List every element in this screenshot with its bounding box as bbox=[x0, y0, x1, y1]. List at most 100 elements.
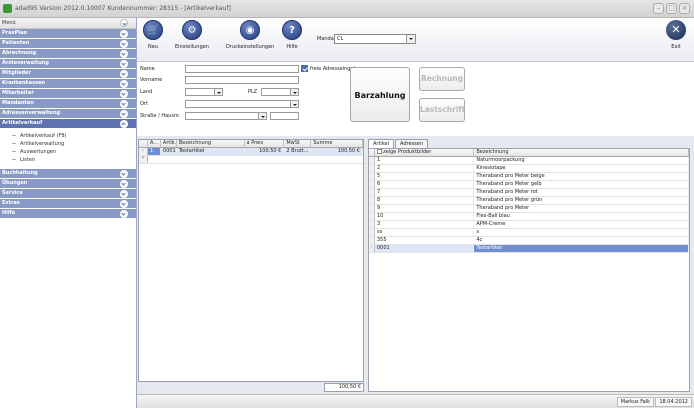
column-header[interactable]: Bezeichnung bbox=[474, 149, 689, 156]
cell-nr[interactable]: 9 bbox=[375, 205, 475, 212]
column-header[interactable]: MwSt bbox=[284, 140, 312, 147]
tab-artikel[interactable]: Artikel bbox=[368, 139, 395, 148]
column-header-bilder[interactable]: zeige Produktbilder bbox=[375, 149, 475, 156]
chevron-down-icon[interactable] bbox=[290, 101, 298, 107]
name-input[interactable] bbox=[185, 65, 299, 73]
sidebar-item-abrechnung[interactable]: Abrechnung bbox=[0, 49, 136, 59]
sidebar-subitem-auswertungen[interactable]: Auswertungen bbox=[0, 148, 136, 156]
cell-nr[interactable]: 5 bbox=[375, 173, 475, 180]
chevron-down-icon[interactable] bbox=[406, 35, 415, 43]
cell-nr[interactable]: 7 bbox=[375, 189, 475, 196]
barzahlung-button[interactable]: Barzahlung bbox=[350, 67, 410, 122]
column-header[interactable]: Summe bbox=[311, 140, 363, 147]
table-row[interactable]: 1 Naturmoorpackung bbox=[369, 157, 689, 165]
hausnr-input[interactable] bbox=[270, 112, 299, 120]
cell-bezeichnung[interactable]: Theraband pro Meter gelb bbox=[474, 181, 689, 188]
settings-button[interactable]: ⚙ Einstellungen bbox=[175, 20, 209, 50]
sidebar-item-adressenverwaltung[interactable]: Adressenverwaltung bbox=[0, 109, 136, 119]
ort-select[interactable] bbox=[185, 100, 299, 108]
cell-nr[interactable]: 2 bbox=[375, 165, 475, 172]
sidebar-item-artikelverkauf[interactable]: Artikelverkauf bbox=[0, 119, 136, 129]
help-button[interactable]: ? Hilfe bbox=[282, 20, 302, 50]
table-row[interactable]: 8 Theraband pro Meter grün bbox=[369, 197, 689, 205]
cell-bezeichnung[interactable]: Kinesiotape bbox=[474, 165, 689, 172]
column-header[interactable]: Bezeichnung bbox=[177, 140, 245, 147]
table-row[interactable]: 10 Flex-Ball blau bbox=[369, 213, 689, 221]
cell-bezeichnung[interactable]: Theraband pro Meter bbox=[474, 205, 689, 212]
collapse-icon[interactable] bbox=[120, 19, 128, 27]
table-row-selected[interactable]: › 0001 Testartikel bbox=[369, 245, 689, 253]
cell-nr[interactable]: ss bbox=[375, 229, 475, 236]
close-icon[interactable]: × bbox=[679, 3, 690, 14]
sidebar-subitem-artikelverwaltung[interactable]: Artikelverwaltung bbox=[0, 140, 136, 148]
show-images-checkbox[interactable] bbox=[376, 149, 382, 154]
table-row[interactable]: 3 APM-Creme bbox=[369, 221, 689, 229]
cell-bezeichnung[interactable]: Testartikel bbox=[176, 148, 245, 155]
cell-nr[interactable]: 355 bbox=[375, 237, 475, 244]
cell-bezeichnung[interactable]: Testartikel bbox=[474, 245, 689, 252]
cell-nr[interactable]: 8 bbox=[375, 197, 475, 204]
table-row[interactable]: 9 Theraband pro Meter bbox=[369, 205, 689, 213]
tab-adressen[interactable]: Adressen bbox=[395, 139, 428, 148]
chevron-down-icon[interactable] bbox=[214, 89, 222, 95]
sidebar-item-hilfe[interactable]: Hilfe bbox=[0, 209, 136, 219]
sidebar-item-buchhaltung[interactable]: Buchhaltung bbox=[0, 169, 136, 179]
cell-article[interactable]: 0001 bbox=[160, 148, 177, 155]
sidebar-item-mandanten[interactable]: Mandanten bbox=[0, 99, 136, 109]
maximize-icon[interactable]: □ bbox=[666, 3, 677, 14]
sidebar-item-uebungen[interactable]: Übungen bbox=[0, 179, 136, 189]
cart-table[interactable]: A... Artik... Bezeichnung á Preis MwSt S… bbox=[138, 139, 364, 382]
sidebar-subitem-artikelverkauf[interactable]: Artikelverkauf (F8) bbox=[0, 132, 136, 140]
rechnung-button[interactable]: Rechnung bbox=[419, 67, 465, 91]
cell-a[interactable]: 1 bbox=[147, 148, 161, 155]
cell-nr[interactable]: 6 bbox=[375, 181, 475, 188]
cell-bezeichnung[interactable]: s bbox=[474, 229, 689, 236]
new-button[interactable]: 🛒 Neu bbox=[143, 20, 163, 50]
cell-bezeichnung[interactable]: Theraband pro Meter rot bbox=[474, 189, 689, 196]
table-row[interactable]: › 1 0001 Testartikel 100,50 € 2 Brutt...… bbox=[139, 148, 363, 156]
cell-summe[interactable]: 100,50 € bbox=[311, 148, 363, 155]
lastschrift-button[interactable]: Lastschrift bbox=[419, 98, 465, 122]
cell-nr[interactable]: 0001 bbox=[374, 245, 475, 252]
article-table[interactable]: zeige Produktbilder Bezeichnung 1 Naturmo… bbox=[368, 148, 690, 392]
sidebar-subitem-listen[interactable]: Listen bbox=[0, 156, 136, 164]
cell-preis[interactable]: 100,50 € bbox=[244, 148, 285, 155]
land-select[interactable] bbox=[185, 88, 223, 96]
cell-bezeichnung[interactable]: Naturmoorpackung bbox=[474, 157, 689, 164]
sidebar-item-aerzteverwaltung[interactable]: Ärzteverwaltung bbox=[0, 59, 136, 69]
table-row[interactable]: 2 Kinesiotape bbox=[369, 165, 689, 173]
column-header[interactable]: A... bbox=[148, 140, 161, 147]
table-row[interactable]: ss s bbox=[369, 229, 689, 237]
cell-nr[interactable]: 1 bbox=[375, 157, 475, 164]
chevron-down-icon[interactable] bbox=[258, 113, 266, 119]
print-settings-button[interactable]: ◉ Druckeinstellungen bbox=[226, 20, 274, 50]
cell-bezeichnung[interactable]: APM-Creme bbox=[474, 221, 689, 228]
cell-nr[interactable]: 10 bbox=[375, 213, 475, 220]
cell-bezeichnung[interactable]: 4c bbox=[474, 237, 689, 244]
chevron-down-icon[interactable] bbox=[290, 89, 298, 95]
strasse-select[interactable] bbox=[185, 112, 267, 120]
cell-nr[interactable]: 3 bbox=[375, 221, 475, 228]
cell-bezeichnung[interactable]: Theraband pro Meter beige bbox=[474, 173, 689, 180]
sidebar-item-mitarbeiter[interactable]: Mitarbeiter bbox=[0, 89, 136, 99]
column-header[interactable]: Artik... bbox=[161, 140, 177, 147]
new-row[interactable]: * bbox=[139, 156, 363, 164]
sidebar-item-praxplan[interactable]: PraxPlan bbox=[0, 29, 136, 39]
sidebar-item-patienten[interactable]: Patienten bbox=[0, 39, 136, 49]
cell-mwst[interactable]: 2 Brutt... bbox=[284, 148, 312, 155]
minimize-icon[interactable]: – bbox=[653, 3, 664, 14]
column-header[interactable]: á Preis bbox=[245, 140, 285, 147]
plz-select[interactable] bbox=[261, 88, 299, 96]
table-row[interactable]: 6 Theraband pro Meter gelb bbox=[369, 181, 689, 189]
table-row[interactable]: 5 Theraband pro Meter beige bbox=[369, 173, 689, 181]
table-row[interactable]: 7 Theraband pro Meter rot bbox=[369, 189, 689, 197]
vorname-input[interactable] bbox=[185, 76, 299, 84]
sidebar-item-krankenkassen[interactable]: Krankenkassen bbox=[0, 79, 136, 89]
cell-bezeichnung[interactable]: Flex-Ball blau bbox=[474, 213, 689, 220]
sidebar-item-extras[interactable]: Extras bbox=[0, 199, 136, 209]
table-row[interactable]: 355 4c bbox=[369, 237, 689, 245]
free-address-checkbox[interactable] bbox=[301, 65, 308, 72]
exit-button[interactable]: ✕ Exit bbox=[666, 20, 686, 50]
cell-bezeichnung[interactable]: Theraband pro Meter grün bbox=[474, 197, 689, 204]
sidebar-item-service[interactable]: Service bbox=[0, 189, 136, 199]
